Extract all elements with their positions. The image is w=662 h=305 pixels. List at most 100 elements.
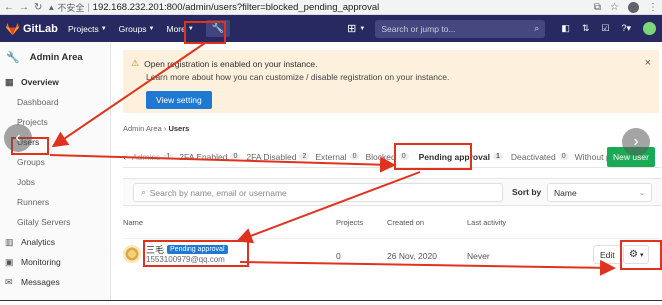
back-icon[interactable]: ← <box>4 0 14 15</box>
user-search-placeholder: Search by name, email or username <box>149 187 287 198</box>
monitoring-icon: ▣ <box>5 256 14 267</box>
browser-menu-icon[interactable]: ⋮ <box>648 2 658 13</box>
help-icon[interactable]: ?▾ <box>621 23 631 34</box>
tab-label: Blocked <box>365 151 396 162</box>
annotation-box-wrench <box>184 21 226 44</box>
sort-label: Sort by <box>512 187 542 197</box>
tab-label: External <box>315 151 347 162</box>
tab-deactivated[interactable]: Deactivated 0 <box>511 152 569 162</box>
annotation-box-user <box>143 240 249 267</box>
annotation-box-pending-tab <box>394 143 472 170</box>
view-setting-button[interactable]: View setting <box>146 91 212 109</box>
cell-created: 26 Nov, 2020 <box>387 251 437 261</box>
bottom-divider <box>0 300 662 305</box>
tab-count: 2 <box>299 153 310 160</box>
breadcrumb-admin-area[interactable]: Admin Area <box>123 124 162 133</box>
translate-icon[interactable]: ⧉ <box>594 2 601 13</box>
header-right: ⊞ ▼ Search or jump to... ⌕ ◧ ⇅ ☑ ?▾ <box>347 19 662 38</box>
tab-label: Admins <box>132 151 161 162</box>
overview-icon: ▦ <box>5 76 14 87</box>
browser-toolbar: ← → ↻ ▲ 不安全 | 192.168.232.201:800/admin/… <box>0 0 662 15</box>
merge-requests-icon[interactable]: ⇅ <box>582 23 590 34</box>
table-row: 三毛 Pending approval 1553100979@qq.com 0 … <box>123 238 662 283</box>
sidebar-item-gitaly-servers[interactable]: Gitaly Servers <box>0 212 110 232</box>
breadcrumb-separator: › <box>163 124 167 133</box>
tab-label: 2FA Enabled <box>179 151 228 162</box>
tab-count: 1 <box>492 153 503 160</box>
breadcrumb: Admin Area › Users <box>123 124 189 133</box>
bookmark-star-icon[interactable]: ☆ <box>610 2 619 13</box>
forward-icon[interactable]: → <box>19 0 29 15</box>
chevron-down-icon: ▼ <box>100 25 107 32</box>
avatar[interactable] <box>123 245 141 263</box>
user-filter-tabs: ‹ Admins 1 2FA Enabled 0 2FA Disabled 2 Exte… <box>123 146 661 168</box>
tab-label: Deactivated <box>510 151 556 162</box>
screen: ← → ↻ ▲ 不安全 | 192.168.232.201:800/admin/… <box>0 0 662 305</box>
tab-admins[interactable]: ‹ Admins 1 <box>123 151 174 162</box>
carousel-next-button[interactable]: › <box>622 128 650 156</box>
security-label: 不安全 <box>57 2 85 13</box>
gitlab-logo[interactable]: GitLab <box>6 22 68 35</box>
user-avatar[interactable] <box>643 22 656 35</box>
gitlab-fox-icon <box>6 22 19 35</box>
search-icon: ⌕ <box>141 187 146 197</box>
filter-bar: ⌕ Search by name, email or username Sort… <box>123 178 661 206</box>
chevron-left-icon[interactable]: ‹ <box>123 152 126 162</box>
tab-2fa-enabled[interactable]: 2FA Enabled 0 <box>179 151 241 162</box>
chevron-down-icon: ▼ <box>359 25 366 32</box>
nav-projects-label: Projects <box>68 23 99 34</box>
profile-icon[interactable] <box>628 1 639 13</box>
tab-count: 1 <box>163 153 174 160</box>
sidebar-item-messages[interactable]: ✉ Messages <box>0 272 110 292</box>
sidebar-item-label: Monitoring <box>21 257 61 267</box>
sidebar-item-label: Runners <box>17 197 50 207</box>
issues-icon[interactable]: ◧ <box>561 23 570 34</box>
nav-projects[interactable]: Projects ▼ <box>68 24 107 34</box>
sidebar-item-analytics[interactable]: ▥ Analytics <box>0 232 110 252</box>
header-search-placeholder: Search or jump to... <box>381 23 456 34</box>
table-header: Name Projects Created on Last activity <box>123 216 661 236</box>
cell-last-activity: Never <box>467 251 490 261</box>
tab-external[interactable]: External 0 <box>315 151 360 162</box>
chevron-down-icon: ⌄ <box>639 189 645 197</box>
sidebar-item-label: Dashboard <box>17 97 59 107</box>
sidebar-item-dashboard[interactable]: Dashboard <box>0 92 110 112</box>
sidebar-item-runners[interactable]: Runners <box>0 192 110 212</box>
todos-icon[interactable]: ☑ <box>601 23 609 34</box>
sort-select-value: Name <box>554 187 577 198</box>
sidebar-item-groups[interactable]: Groups <box>0 152 110 172</box>
header-icons: ◧ ⇅ ☑ ?▾ <box>561 22 656 35</box>
sort-select[interactable]: Name ⌄ <box>547 183 652 202</box>
admin-sidebar: 🔧 Admin Area ▦ Overview Dashboard Project… <box>0 42 111 305</box>
annotation-box-actions <box>620 240 662 270</box>
tab-2fa-disabled[interactable]: 2FA Disabled 2 <box>246 152 310 162</box>
sidebar-title-label: Admin Area <box>29 51 83 63</box>
breadcrumb-users[interactable]: Users <box>168 124 189 133</box>
sidebar-title[interactable]: 🔧 Admin Area <box>0 42 110 72</box>
sidebar-item-overview[interactable]: ▦ Overview <box>0 72 110 92</box>
new-plus-icon[interactable]: ⊞ <box>347 22 356 35</box>
address-bar[interactable]: 192.168.232.201:800/admin/users?filter=b… <box>93 2 380 13</box>
warning-icon: ⚠ <box>131 58 140 68</box>
url-separator: | <box>87 2 90 12</box>
edit-button[interactable]: Edit <box>593 245 622 264</box>
chevron-down-icon: ▼ <box>148 25 155 32</box>
alert-title-text: Open registration is enabled on your ins… <box>144 58 318 69</box>
header-search[interactable]: Search or jump to... ⌕ <box>375 19 546 38</box>
sidebar-item-label: Overview <box>21 77 59 87</box>
nav-more-label: More <box>166 23 186 34</box>
alert-description: Learn more about how you can customize /… <box>146 72 450 82</box>
carousel-prev-button[interactable]: ‹ <box>4 124 32 152</box>
sidebar-item-monitoring[interactable]: ▣ Monitoring <box>0 252 110 272</box>
cell-projects: 0 <box>336 251 341 261</box>
close-icon[interactable]: × <box>645 57 651 69</box>
tab-count: 0 <box>558 153 569 160</box>
reload-icon[interactable]: ↻ <box>34 0 42 15</box>
sidebar-item-jobs[interactable]: Jobs <box>0 172 110 192</box>
column-projects: Projects <box>336 218 364 227</box>
sidebar-item-label: Messages <box>21 277 60 287</box>
browser-actions: ⧉ ☆ ⋮ <box>594 1 658 13</box>
tab-count: 0 <box>230 153 241 160</box>
nav-groups[interactable]: Groups ▼ <box>119 24 155 34</box>
user-search-input[interactable]: ⌕ Search by name, email or username <box>133 183 503 202</box>
